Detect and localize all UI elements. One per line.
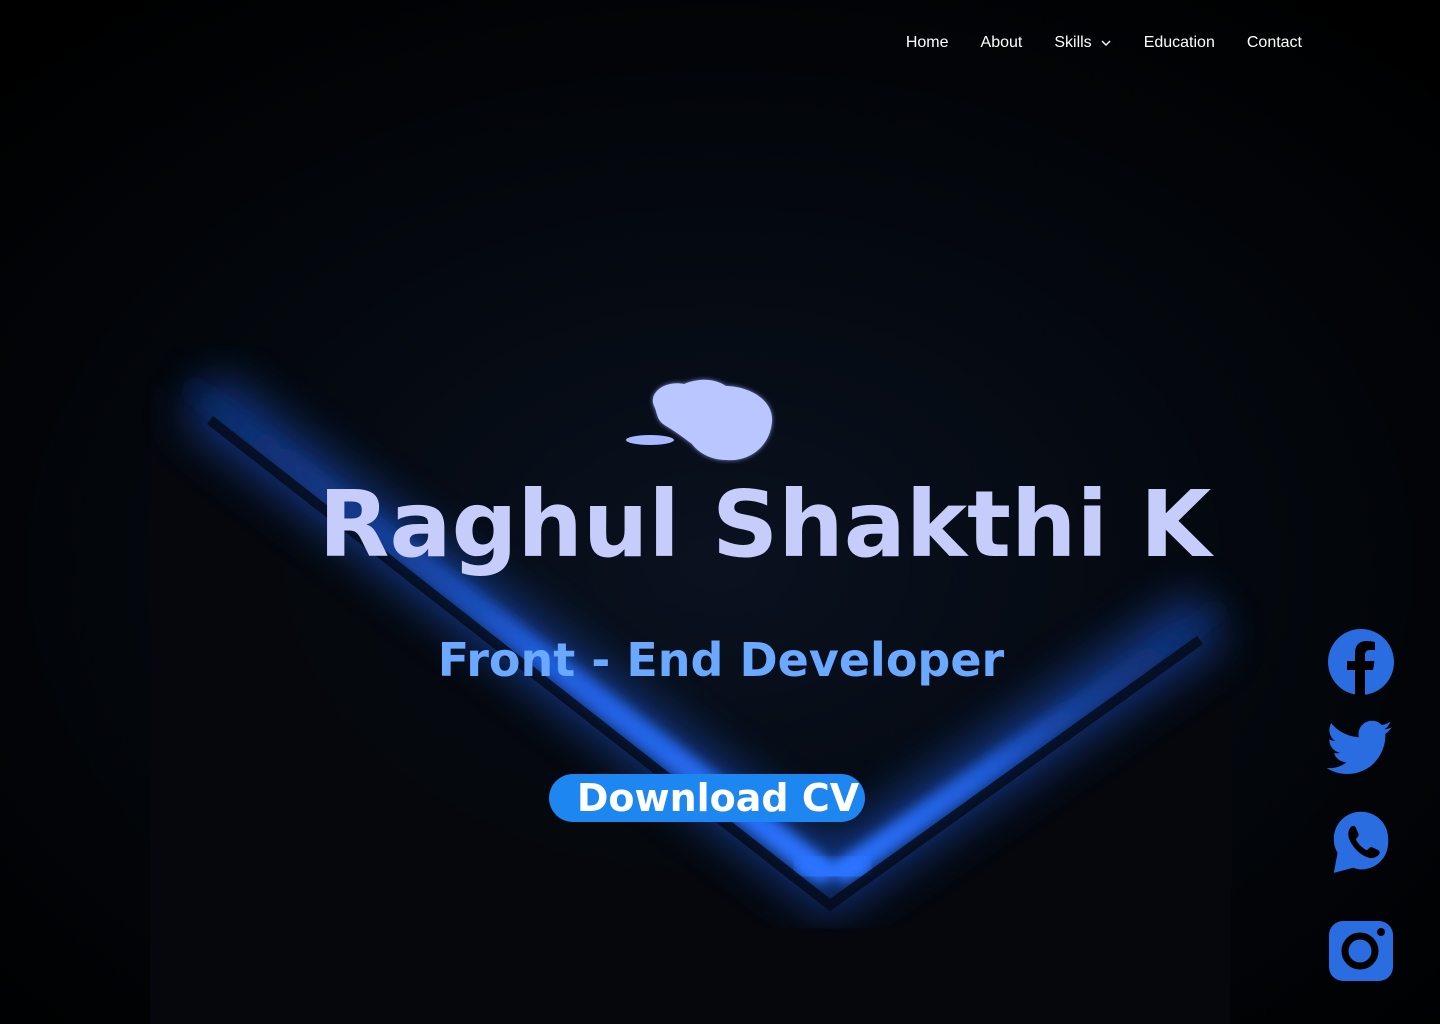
whatsapp-icon [1333,811,1389,873]
hero-page: Home About Skills Education Contact Ragh… [0,0,1440,1024]
nav-contact-label: Contact [1246,34,1302,51]
nav-education-label: Education [1143,34,1215,51]
main-nav: Home About Skills Education Contact [890,30,1318,56]
twitter-link[interactable] [1327,714,1395,782]
nav-home[interactable]: Home [890,30,965,56]
hero-role: Front - End Developer [437,633,1005,687]
download-cv-button[interactable]: Download CV [549,774,865,822]
whatsapp-link[interactable] [1327,810,1395,878]
nav-home-label: Home [905,34,949,51]
nav-about[interactable]: About [965,30,1039,56]
instagram-icon [1329,921,1393,981]
facebook-link[interactable] [1327,628,1395,696]
twitter-icon [1327,720,1392,774]
nav-skills-label: Skills [1054,34,1092,51]
nav-education[interactable]: Education [1128,30,1231,56]
nav-about-label: About [980,34,1023,51]
chevron-down-icon [1101,40,1111,46]
instagram-link[interactable] [1327,918,1395,986]
facebook-icon [1328,629,1394,696]
nav-skills[interactable]: Skills [1038,30,1127,56]
nav-contact[interactable]: Contact [1231,30,1318,56]
glowing-logo-icon [626,379,773,461]
hero-name: Raghul Shakthi K [318,471,1212,578]
